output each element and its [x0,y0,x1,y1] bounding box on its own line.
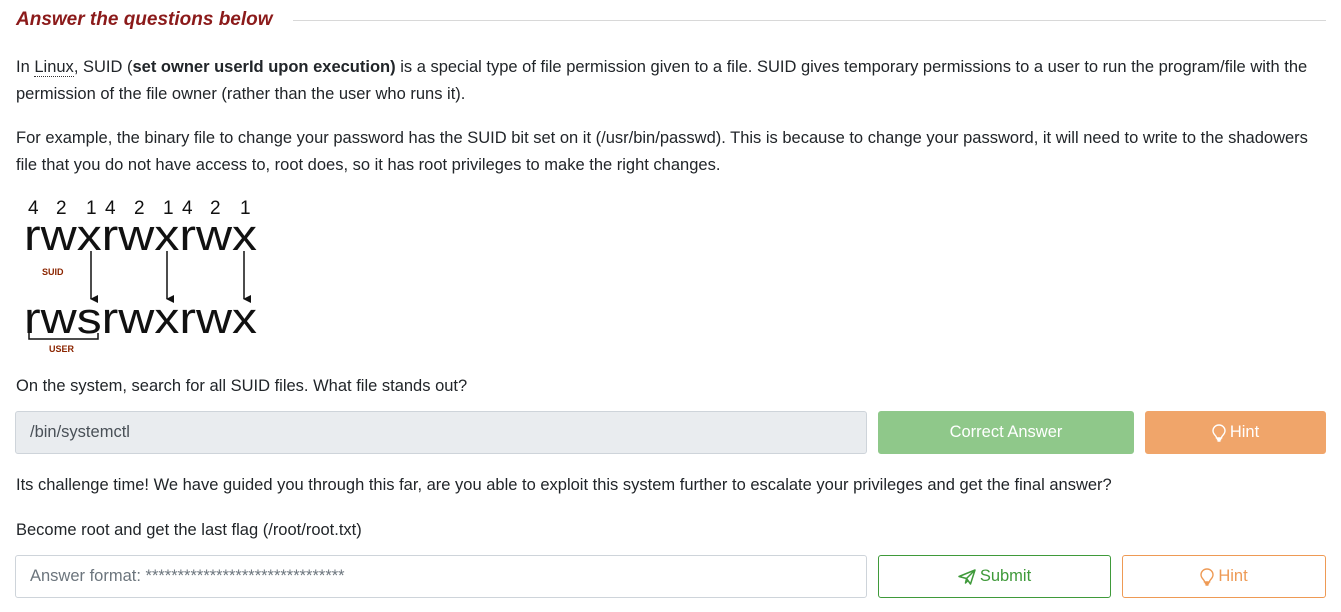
hint-button-1[interactable]: Hint [1145,411,1326,454]
lightbulb-icon [1200,567,1215,586]
paper-plane-icon [958,568,976,585]
intro-paragraph-1: In Linux, SUID (set owner userId upon ex… [16,58,1308,103]
section-title: Answer the questions below [16,9,273,30]
section-header: Answer the questions below [16,6,1326,34]
header-divider [292,19,1326,21]
challenge-intro-text: Its challenge time! We have guided you t… [16,476,1112,494]
correct-answer-button[interactable]: Correct Answer [878,411,1134,454]
question-2-answer-input[interactable]: Answer format: *************************… [15,555,867,598]
suid-label: SUID [42,267,64,277]
intro-paragraph-2: For example, the binary file to change y… [16,129,1308,174]
question-2-text: Become root and get the last flag (/root… [16,521,362,539]
top-permissions: rwxrwxrwx [24,211,257,260]
bottom-permissions: rwsrwxrwx [24,294,257,343]
question-1-text: On the system, search for all SUID files… [16,377,468,395]
question-1-answer-field[interactable]: /bin/systemctl [15,411,867,454]
user-label: USER [49,344,75,354]
submit-button[interactable]: Submit [878,555,1111,598]
hint-button-2[interactable]: Hint [1122,555,1326,598]
linux-abbr: Linux [34,58,74,77]
permission-diagram: 421421421 rwxrwxrwx SUID rwsrwxrwx USER [24,198,257,354]
lightbulb-icon [1212,423,1226,442]
